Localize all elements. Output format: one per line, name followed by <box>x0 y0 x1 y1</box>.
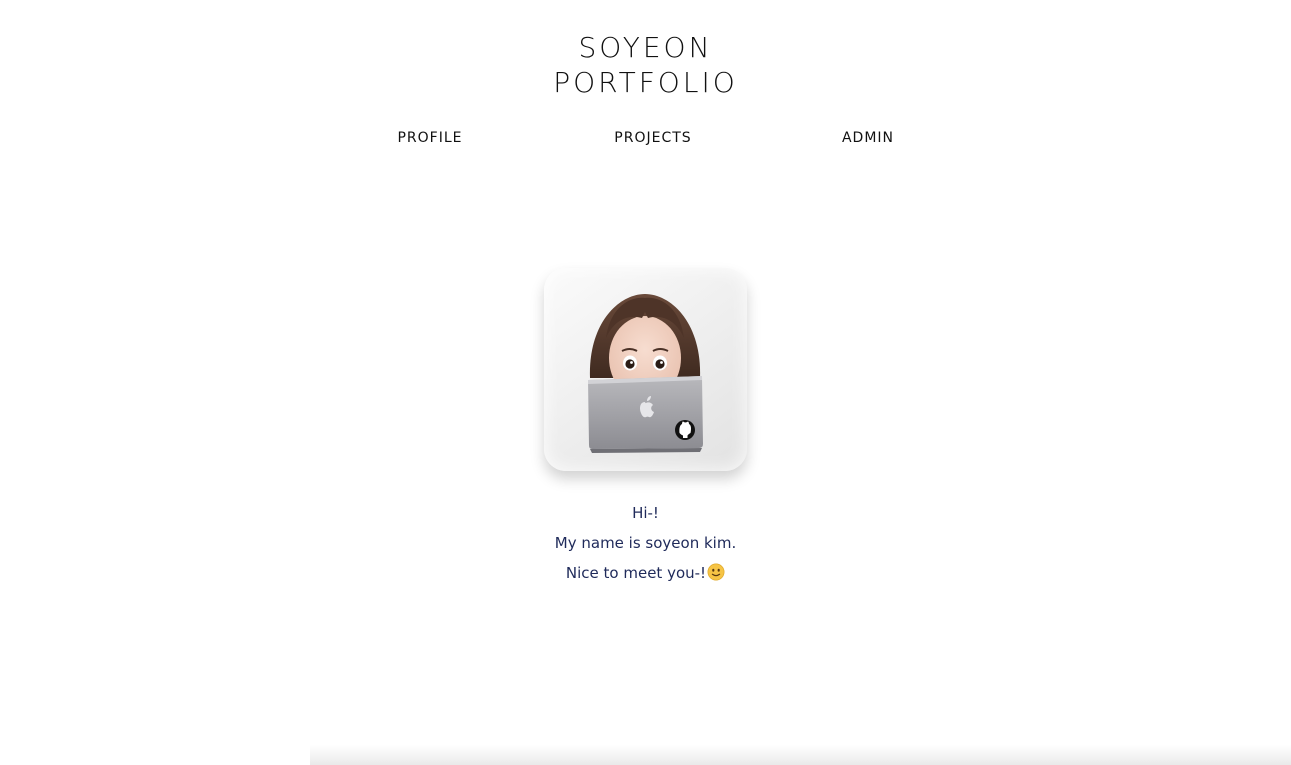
bottom-shadow-divider <box>310 745 1291 765</box>
site-title-line-1: SOYEON <box>578 31 713 64</box>
nav-item-profile[interactable]: PROFILE <box>397 130 462 146</box>
main-nav: PROFILE PROJECTS ADMIN <box>0 130 1291 150</box>
greeting-line-2: My name is soyeon kim. <box>554 534 737 552</box>
greeting: Hi-! My name is soyeon kim. Nice to meet… <box>0 498 1291 588</box>
site-title[interactable]: SOYEON PORTFOLIO <box>0 30 1291 100</box>
greeting-line-3: Nice to meet you-! <box>565 564 707 582</box>
nav-item-projects[interactable]: PROJECTS <box>614 130 691 146</box>
profile-avatar <box>544 268 747 471</box>
memoji-with-laptop-icon <box>588 294 703 453</box>
site-title-line-2: PORTFOLIO <box>553 66 738 99</box>
greeting-line-1: Hi-! <box>632 504 659 522</box>
greeting-line-3-wrap: Nice to meet you-! <box>0 558 1291 588</box>
nav-item-admin[interactable]: ADMIN <box>842 130 894 146</box>
slightly-smiling-face-icon <box>707 563 725 581</box>
